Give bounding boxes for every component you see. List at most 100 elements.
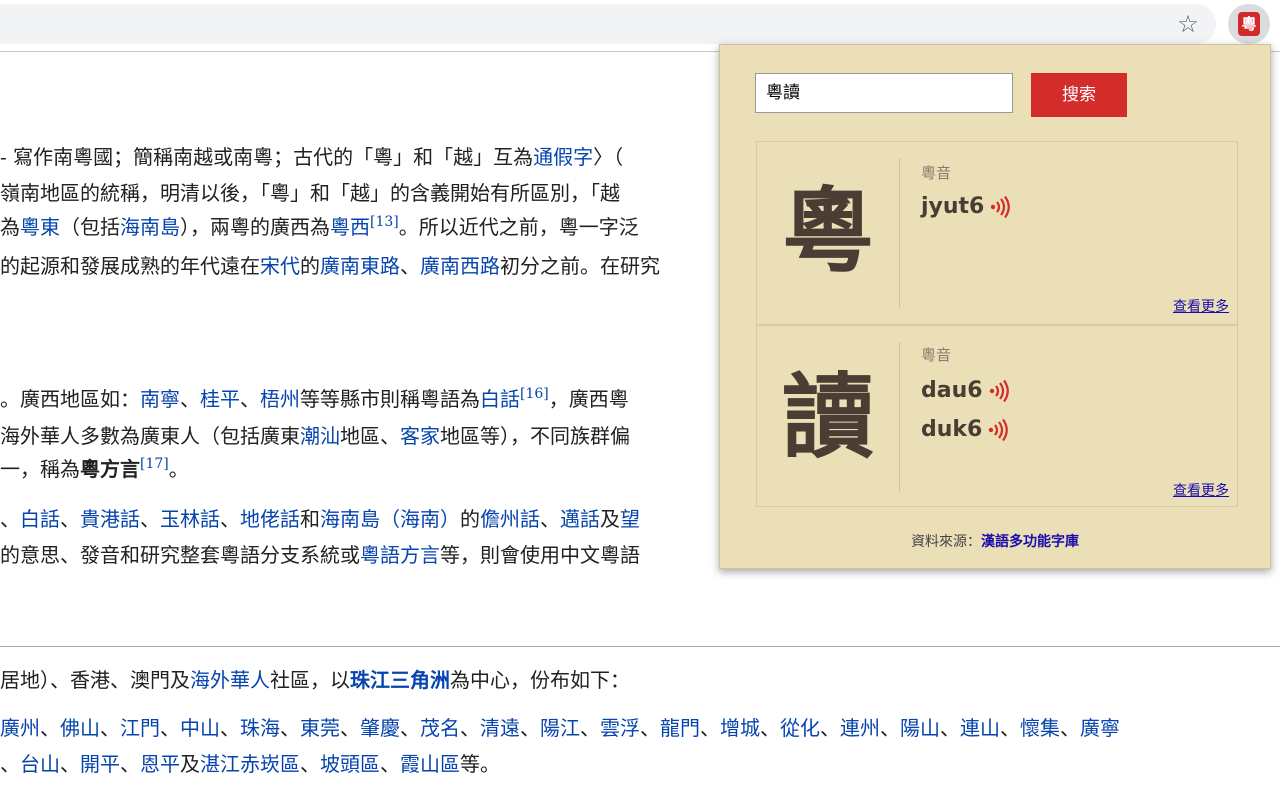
wiki-link[interactable]: 白話 [20, 507, 60, 531]
wiki-link[interactable]: 恩平 [140, 752, 180, 776]
text-run: 、 [140, 507, 160, 531]
reference-link[interactable]: [13] [370, 214, 399, 230]
wiki-link[interactable]: 陽江 [540, 716, 580, 740]
text-run: 、 [380, 752, 400, 776]
source-link[interactable]: 漢語多功能字庫 [981, 534, 1079, 550]
text-run: 的 [460, 507, 480, 531]
wiki-link[interactable]: 廣州 [0, 716, 40, 740]
wiki-link[interactable]: 珠海 [240, 716, 280, 740]
wiki-link[interactable]: 坡頭區 [320, 752, 380, 776]
text-run: 。廣西地區如： [0, 387, 140, 411]
wiki-link[interactable]: 佛山 [60, 716, 100, 740]
jyutping-reading: jyut6 [921, 194, 985, 219]
wiki-link[interactable]: 海南島（海南） [320, 507, 460, 531]
text-run: 的意思、發音和研究整套粵語分支系統或 [0, 543, 360, 567]
article-line: 為粵東（包括海南島），兩粵的廣西為粵西[13]。所以近代之前，粵一字泛 [0, 211, 639, 240]
wiki-link[interactable]: 霞山區 [400, 752, 460, 776]
article-line: 一，稱為粵方言[17]。 [0, 453, 189, 482]
article-line: 海外華人多數為廣東人（包括廣東潮汕地區、客家地區等），不同族群偏 [0, 420, 630, 449]
address-bar[interactable] [0, 4, 1216, 44]
wiki-link[interactable]: 通假字 [533, 145, 593, 169]
wiki-link[interactable]: 湛江赤崁區 [200, 752, 300, 776]
wiki-link[interactable]: 清遠 [480, 716, 520, 740]
wiki-link[interactable]: 貴港話 [80, 507, 140, 531]
reading-row: dau6 [921, 378, 1011, 403]
wiki-link[interactable]: 增城 [720, 716, 760, 740]
text-run: 等，則會使用中文粵語 [440, 543, 640, 567]
text-run: 、 [880, 716, 900, 740]
reference-link[interactable]: [16] [520, 386, 549, 402]
text-run: 、 [220, 507, 240, 531]
wiki-link[interactable]: 連山 [960, 716, 1000, 740]
text-run: 地區、 [340, 424, 400, 448]
wiki-link[interactable]: 地佬話 [240, 507, 300, 531]
jyutping-reading: dau6 [921, 378, 983, 403]
text-run: 、 [220, 716, 240, 740]
wiki-link[interactable]: 台山 [20, 752, 60, 776]
wiki-link[interactable]: 南寧 [140, 387, 180, 411]
text-run: 、 [0, 507, 20, 531]
wiki-link[interactable]: 茂名 [420, 716, 460, 740]
speaker-icon[interactable] [988, 418, 1010, 441]
wiki-link[interactable]: 從化 [780, 716, 820, 740]
article-line: 嶺南地區的統稱，明清以後，「粵」和「越」的含義開始有所區別，「越 [0, 177, 620, 206]
source-prefix: 資料來源： [911, 534, 981, 550]
wiki-link[interactable]: 宋代 [260, 254, 300, 278]
wiki-link[interactable]: 開平 [80, 752, 120, 776]
more-link[interactable]: 查看更多 [1173, 296, 1229, 316]
wiki-link[interactable]: 粵東 [20, 215, 60, 239]
text-run: 、 [0, 752, 20, 776]
wiki-link[interactable]: 懷集 [1020, 716, 1060, 740]
wiki-link[interactable]: 粵語方言 [360, 543, 440, 567]
wiki-link[interactable]: 海外華人 [190, 668, 270, 692]
wiki-link[interactable]: 儋州話 [480, 507, 540, 531]
wiki-link[interactable]: 海南島 [120, 215, 180, 239]
wiki-link[interactable]: 肇慶 [360, 716, 400, 740]
text-run: 居地）、香港、澳門及 [0, 668, 190, 692]
wiki-link[interactable]: 梧州 [260, 387, 300, 411]
text-run: 地區等），不同族群偏 [440, 424, 630, 448]
text-run: 、 [1000, 716, 1020, 740]
search-button[interactable]: 搜索 [1031, 73, 1127, 117]
wiki-link[interactable]: 望 [620, 507, 640, 531]
wiki-link[interactable]: 桂平 [200, 387, 240, 411]
text-run: 及 [180, 752, 200, 776]
text-run: 、 [580, 716, 600, 740]
wiki-link[interactable]: 潮汕 [300, 424, 340, 448]
article-line: 、白話、貴港話、玉林話、地佬話和海南島（海南）的儋州話、邁話及望 [0, 503, 640, 532]
wiki-link[interactable]: 連州 [840, 716, 880, 740]
search-input[interactable]: 粵讀 [755, 73, 1013, 113]
article-line: 居地）、香港、澳門及海外華人社區，以珠江三角洲為中心，份布如下： [0, 664, 630, 693]
wiki-link[interactable]: 中山 [180, 716, 220, 740]
wiki-link[interactable]: 廣寧 [1080, 716, 1120, 740]
bookmark-star-icon[interactable]: ☆ [1174, 10, 1202, 38]
wiki-link[interactable]: 廣南西路 [420, 254, 500, 278]
wiki-link[interactable]: 陽山 [900, 716, 940, 740]
text-run: 社區，以 [270, 668, 350, 692]
wiki-link[interactable]: 龍門 [660, 716, 700, 740]
reading-row: duk6 [921, 417, 1010, 442]
data-source: 資料來源：漢語多功能字庫 [720, 531, 1270, 551]
wiki-link[interactable]: 江門 [120, 716, 160, 740]
reference-link[interactable]: [17] [140, 456, 169, 472]
wiki-link[interactable]: 廣南東路 [320, 254, 400, 278]
wiki-link[interactable]: 珠江三角洲 [350, 668, 450, 692]
text-run: 為中心，份布如下： [450, 668, 630, 692]
text-run: 、 [400, 254, 420, 278]
wiki-link[interactable]: 雲浮 [600, 716, 640, 740]
wiki-link[interactable]: 東莞 [300, 716, 340, 740]
wiki-link[interactable]: 邁話 [560, 507, 600, 531]
wiki-link[interactable]: 玉林話 [160, 507, 220, 531]
speaker-icon[interactable] [990, 195, 1012, 218]
wiki-link[interactable]: 白話 [480, 387, 520, 411]
wiki-link[interactable]: 客家 [400, 424, 440, 448]
wiki-link[interactable]: 粵西 [330, 215, 370, 239]
text-run: 、 [60, 752, 80, 776]
pronunciation-label: 粵音 [921, 164, 952, 182]
extension-button[interactable]: 粵 [1228, 4, 1270, 44]
article-line: 的起源和發展成熟的年代遠在宋代的廣南東路、廣南西路初分之前。在研究 [0, 250, 660, 279]
speaker-icon[interactable] [989, 379, 1011, 402]
text-run: 。 [168, 457, 189, 481]
more-link[interactable]: 查看更多 [1173, 480, 1229, 500]
text-run: 初分之前。在研究 [500, 254, 660, 278]
